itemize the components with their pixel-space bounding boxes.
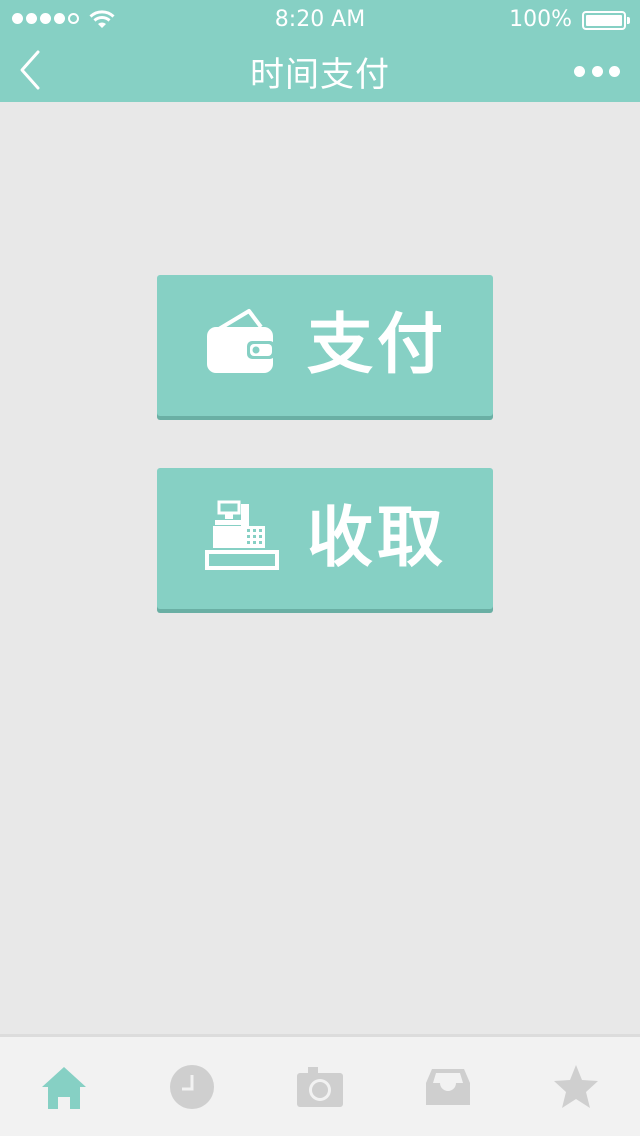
top-bar: 8:20 AM 100% 时间支付 <box>0 0 640 102</box>
receive-label: 收取 <box>307 499 447 576</box>
pay-button[interactable]: 支付 <box>157 275 493 416</box>
receive-button[interactable]: 收取 <box>157 468 493 609</box>
tab-history[interactable] <box>168 1063 216 1111</box>
page-title: 时间支付 <box>250 55 390 95</box>
clock-icon <box>170 1065 214 1109</box>
wallet-icon <box>207 309 275 373</box>
inbox-icon <box>426 1069 470 1105</box>
home-icon <box>42 1067 86 1109</box>
battery-percentage: 100% <box>509 7 572 32</box>
tab-home[interactable] <box>40 1063 88 1111</box>
more-options-button[interactable] <box>574 58 620 84</box>
battery-icon <box>582 11 630 30</box>
pay-label: 支付 <box>307 306 447 383</box>
tab-inbox[interactable] <box>424 1063 472 1111</box>
status-bar: 8:20 AM 100% <box>0 0 640 40</box>
tab-camera[interactable] <box>296 1063 344 1111</box>
more-dots-icon <box>574 65 585 77</box>
camera-icon <box>297 1067 343 1107</box>
navigation-bar: 时间支付 <box>0 40 640 102</box>
tab-bar <box>0 1034 640 1136</box>
tab-favorites[interactable] <box>552 1063 600 1111</box>
star-icon <box>554 1065 598 1108</box>
cash-register-icon <box>205 500 279 570</box>
